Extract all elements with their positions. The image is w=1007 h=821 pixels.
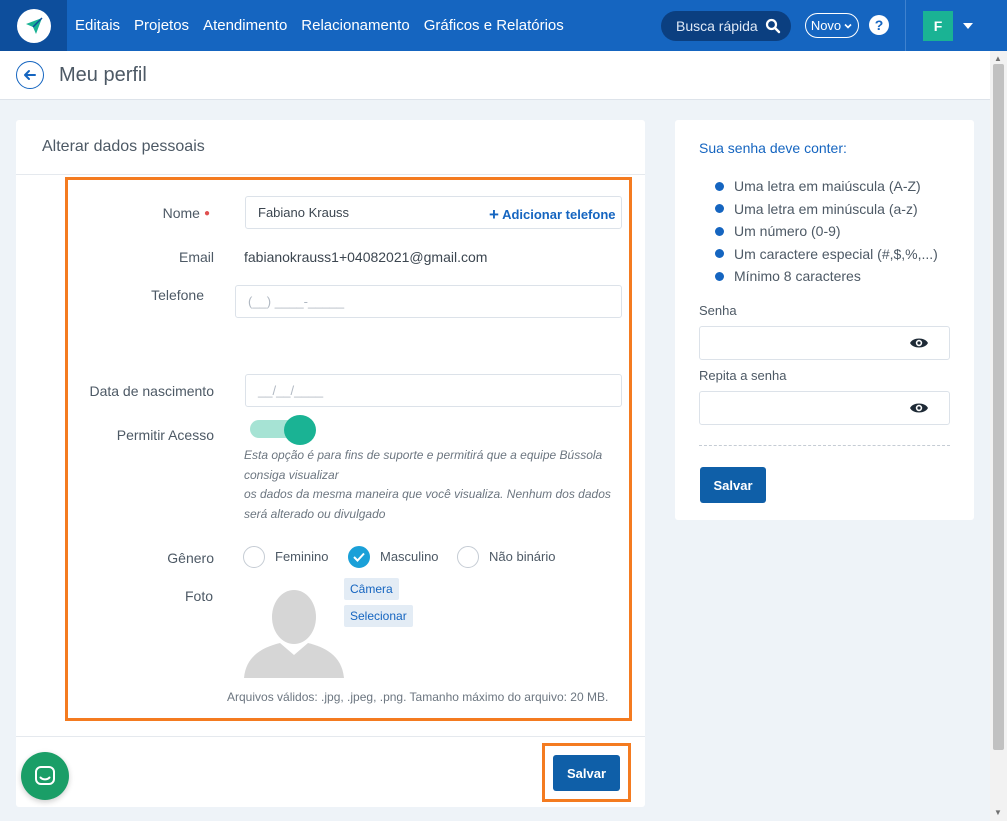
novo-button[interactable]: Novo — [805, 13, 859, 38]
scroll-up-arrow-icon[interactable]: ▲ — [994, 54, 1002, 63]
foto-label: Foto — [184, 588, 213, 604]
acesso-toggle-knob[interactable] — [284, 415, 316, 445]
bullet-icon — [715, 249, 724, 259]
email-value: fabianokrauss1+04082021@gmail.com — [244, 249, 488, 265]
help-icon[interactable]: ? — [869, 15, 889, 35]
radio-nao-binario[interactable] — [457, 546, 479, 568]
rule-item: Um número (0-9) — [715, 220, 938, 243]
bullet-icon — [715, 181, 724, 191]
selecionar-button[interactable]: Selecionar — [344, 605, 413, 627]
check-icon — [353, 552, 365, 562]
nav-projetos[interactable]: Projetos — [134, 17, 189, 34]
nav-divider — [905, 0, 906, 51]
nav-atendimento[interactable]: Atendimento — [203, 17, 287, 34]
repita-senha-label: Repita a senha — [699, 368, 787, 383]
password-save-button[interactable]: Salvar — [700, 467, 766, 503]
nascimento-label: Data de nascimento — [89, 383, 214, 399]
rule-item: Uma letra em minúscula (a-z) — [715, 198, 938, 221]
bullet-icon — [715, 204, 724, 214]
card-divider — [16, 174, 645, 175]
scroll-down-arrow-icon[interactable]: ▼ — [994, 808, 1002, 817]
save-button[interactable]: Salvar — [553, 755, 620, 791]
arrow-left-icon — [24, 70, 36, 80]
senha-label: Senha — [699, 303, 737, 318]
rule-text: Uma letra em maiúscula (A-Z) — [734, 178, 921, 195]
quick-search-label: Busca rápida — [676, 18, 758, 34]
back-button[interactable] — [16, 61, 44, 89]
password-rules-title: Sua senha deve conter: — [699, 140, 847, 156]
camera-button[interactable]: Câmera — [344, 578, 399, 600]
rule-text: Um caractere especial (#,$,%,...) — [734, 245, 938, 262]
eye-icon[interactable] — [909, 335, 929, 351]
rule-text: Uma letra em minúscula (a-z) — [734, 200, 918, 217]
acesso-note-line-1: Esta opção é para fins de suporte e perm… — [244, 448, 603, 482]
nascimento-input[interactable]: __/__/____ — [245, 374, 622, 407]
telefone-input[interactable]: (__) ____-_____ — [235, 285, 622, 318]
caret-down-icon[interactable] — [962, 22, 974, 30]
files-note: Arquivos válidos: .jpg, .jpeg, .png. Tam… — [227, 690, 609, 704]
page-header: Meu perfil — [0, 51, 990, 100]
password-divider — [699, 445, 950, 446]
acesso-label: Permitir Acesso — [116, 427, 214, 443]
radio-feminino[interactable] — [243, 546, 265, 568]
rule-item: Mínimo 8 caracteres — [715, 265, 938, 288]
rule-text: Mínimo 8 caracteres — [734, 268, 861, 285]
scrollbar-thumb[interactable] — [993, 64, 1004, 750]
telefone-label: Telefone — [151, 287, 204, 303]
chat-icon — [35, 766, 55, 785]
rule-text: Um número (0-9) — [734, 223, 841, 240]
top-navbar: Editais Projetos Atendimento Relacioname… — [0, 0, 1007, 51]
compass-logo-icon — [16, 8, 51, 43]
chevron-down-icon — [844, 23, 852, 29]
quick-search[interactable]: Busca rápida — [661, 11, 791, 41]
add-phone-link[interactable]: + Adicionar telefone — [489, 205, 616, 225]
search-icon — [765, 18, 781, 34]
radio-nao-binario-label: Não binário — [489, 549, 556, 564]
nav-graficos-relatorios[interactable]: Gráficos e Relatórios — [424, 17, 564, 34]
chat-launcher[interactable] — [21, 752, 69, 800]
genero-label: Gênero — [167, 550, 214, 566]
password-card: Sua senha deve conter: Uma letra em maiú… — [675, 120, 974, 520]
nome-label-text: Nome — [162, 205, 200, 221]
card-footer-divider — [16, 736, 645, 737]
radio-feminino-label: Feminino — [275, 549, 329, 564]
eye-icon[interactable] — [909, 400, 929, 416]
acesso-note-line-2: os dados da mesma maneira que você visua… — [244, 487, 611, 521]
avatar-placeholder-icon — [244, 590, 344, 678]
app-logo[interactable] — [0, 0, 67, 51]
add-phone-label: Adicionar telefone — [502, 207, 616, 222]
bullet-icon — [715, 271, 724, 281]
main-nav: Editais Projetos Atendimento Relacioname… — [75, 17, 578, 34]
required-marker: ● — [203, 208, 210, 219]
bullet-icon — [715, 226, 724, 236]
plus-icon: + — [489, 205, 499, 224]
repita-senha-input[interactable] — [699, 391, 950, 425]
acesso-note: Esta opção é para fins de suporte e perm… — [244, 446, 624, 524]
password-rules-list: Uma letra em maiúscula (A-Z) Uma letra e… — [715, 175, 938, 288]
senha-input[interactable] — [699, 326, 950, 360]
rule-item: Um caractere especial (#,$,%,...) — [715, 243, 938, 266]
nav-relacionamento[interactable]: Relacionamento — [301, 17, 409, 34]
card-title: Alterar dados pessoais — [42, 138, 205, 155]
rule-item: Uma letra em maiúscula (A-Z) — [715, 175, 938, 198]
email-label: Email — [178, 249, 214, 265]
page-title: Meu perfil — [59, 63, 147, 86]
user-avatar[interactable]: F — [923, 11, 953, 41]
nav-editais[interactable]: Editais — [75, 17, 120, 34]
radio-masculino[interactable] — [348, 546, 370, 568]
radio-masculino-label: Masculino — [380, 549, 439, 564]
nome-label: Nome ● — [30, 205, 210, 221]
novo-label: Novo — [810, 18, 842, 33]
